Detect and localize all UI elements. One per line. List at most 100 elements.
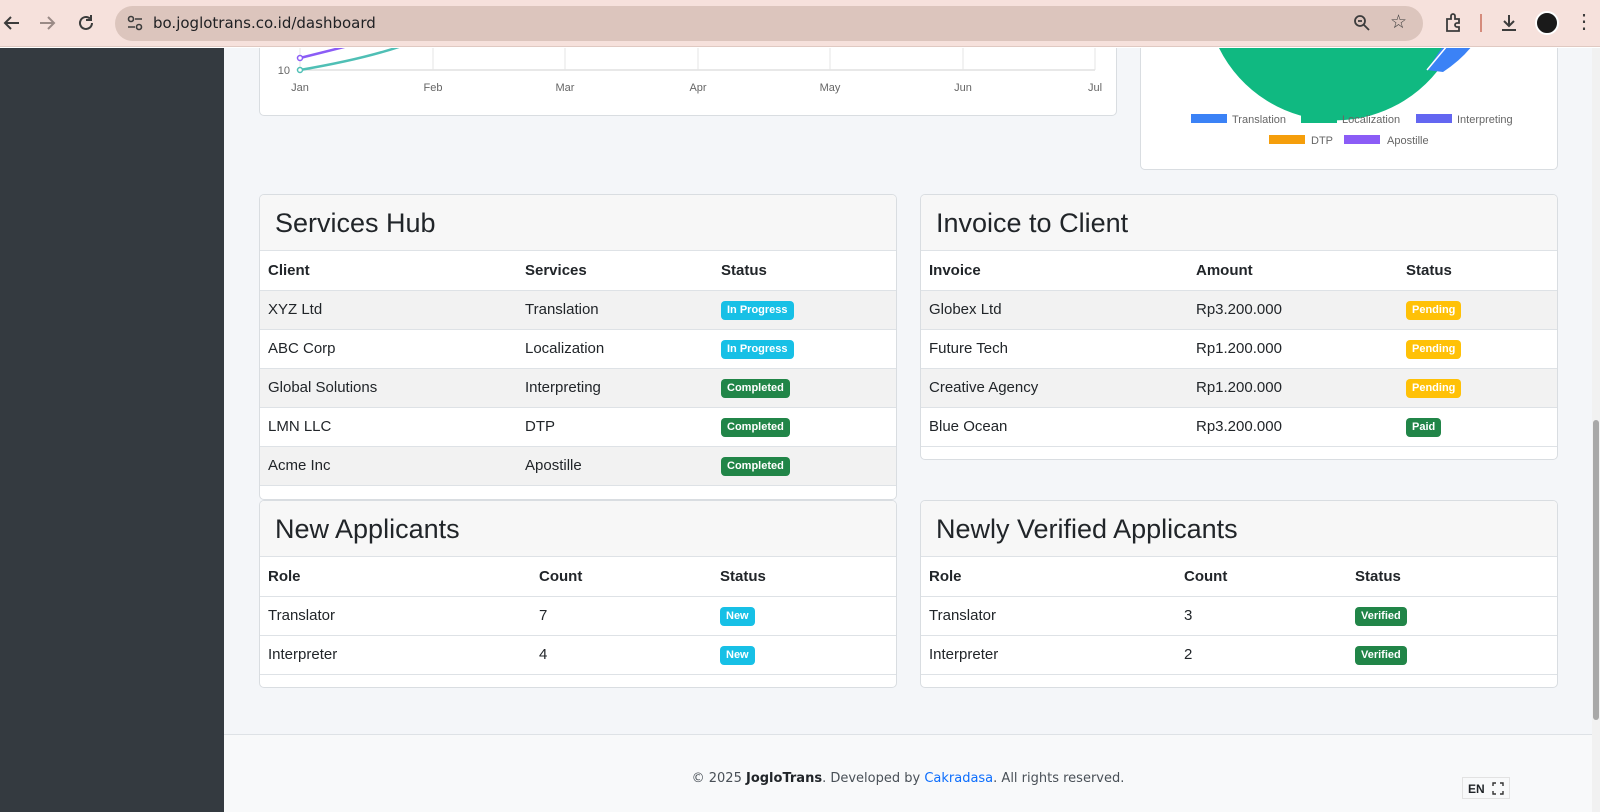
- column-header: Role: [921, 557, 1176, 597]
- column-header: Invoice: [921, 251, 1188, 291]
- extensions-icon[interactable]: [1442, 11, 1466, 35]
- status-badge: Paid: [1406, 417, 1442, 437]
- amount-cell: Rp3.200.000: [1188, 407, 1398, 447]
- rights-text: . All rights reserved.: [993, 771, 1125, 786]
- language-switcher[interactable]: EN: [1462, 777, 1510, 799]
- status-badge: Pending: [1406, 378, 1462, 398]
- card-title: Services Hub: [275, 208, 436, 238]
- legend-label: Translation: [1232, 114, 1286, 126]
- scrollbar-thumb[interactable]: [1593, 420, 1599, 720]
- column-header: Client: [260, 251, 517, 291]
- client-cell: ABC Corp: [260, 329, 517, 369]
- status-badge: New: [720, 645, 755, 665]
- column-header: Role: [260, 557, 531, 597]
- invoice-cell: Future Tech: [921, 329, 1188, 369]
- count-cell: 2: [1176, 635, 1347, 675]
- status-badge: Completed: [721, 378, 790, 398]
- pie-slice-localization: [1219, 48, 1452, 121]
- legend-label: DTP: [1311, 135, 1333, 147]
- card-header: Invoice to Client: [921, 195, 1557, 251]
- legend-swatch-translation: [1191, 114, 1227, 123]
- language-code[interactable]: EN: [1468, 782, 1485, 796]
- card-header: New Applicants: [260, 501, 896, 557]
- table-row: ABC Corp Localization In Progress: [260, 329, 896, 369]
- status-badge: Pending: [1406, 339, 1462, 359]
- role-cell: Translator: [260, 596, 531, 636]
- x-tick-label: Apr: [689, 82, 706, 94]
- client-cell: Acme Inc: [260, 446, 517, 486]
- expand-icon[interactable]: [1492, 782, 1504, 795]
- table-row: Interpreter 2 Verified: [921, 635, 1557, 675]
- download-icon[interactable]: [1497, 11, 1521, 35]
- copyright-text: © 2025: [691, 771, 746, 786]
- service-cell: Translation: [517, 290, 713, 330]
- invoice-cell: Creative Agency: [921, 368, 1188, 408]
- x-tick-label: May: [820, 82, 841, 94]
- sidebar: [0, 48, 224, 812]
- role-cell: Interpreter: [260, 635, 531, 675]
- x-tick-label: Feb: [424, 82, 443, 94]
- back-arrow-icon[interactable]: [0, 11, 24, 35]
- count-cell: 4: [531, 635, 712, 675]
- data-point: [296, 54, 304, 62]
- status-badge: Completed: [721, 417, 790, 437]
- series-line-purple: [299, 41, 361, 60]
- url-text[interactable]: bo.joglotrans.co.id/dashboard: [153, 14, 376, 32]
- client-cell: XYZ Ltd: [260, 290, 517, 330]
- x-tick-label: Jun: [954, 82, 972, 94]
- column-header: Services: [517, 251, 713, 291]
- line-chart: 10 Jan Feb Mar Apr May Jun Jul: [278, 41, 1102, 94]
- legend-swatch-localization: [1301, 114, 1337, 123]
- x-tick-label: Jul: [1088, 82, 1102, 94]
- table-row: Blue Ocean Rp3.200.000 Paid: [921, 407, 1557, 447]
- status-badge: In Progress: [721, 339, 794, 359]
- legend-label: Interpreting: [1457, 114, 1513, 126]
- legend-swatch-interpreting: [1416, 114, 1452, 123]
- service-cell: Apostille: [517, 446, 713, 486]
- invoice-cell: Blue Ocean: [921, 407, 1188, 447]
- table-row: Translator 3 Verified: [921, 596, 1557, 636]
- column-header: Status: [712, 557, 896, 597]
- column-header: Amount: [1188, 251, 1398, 291]
- developer-link[interactable]: Cakradasa: [924, 771, 993, 786]
- count-cell: 3: [1176, 596, 1347, 636]
- amount-cell: Rp3.200.000: [1188, 290, 1398, 330]
- services-hub-table: Client Services Status XYZ Ltd Translati…: [260, 251, 896, 486]
- zoom-icon[interactable]: [1353, 14, 1371, 32]
- table-row: Globex Ltd Rp3.200.000 Pending: [921, 290, 1557, 330]
- status-badge: Verified: [1355, 606, 1407, 626]
- brand-name: JogloTrans: [745, 771, 823, 786]
- table-row: Acme Inc Apostille Completed: [260, 446, 896, 486]
- legend-swatch-apostille: [1344, 135, 1380, 144]
- developed-by-text: . Developed by: [822, 771, 925, 786]
- service-cell: Interpreting: [517, 368, 713, 408]
- profile-avatar[interactable]: [1535, 11, 1559, 35]
- more-menu-icon[interactable]: ⋮: [1574, 10, 1594, 36]
- site-settings-icon[interactable]: [125, 13, 145, 33]
- count-cell: 7: [531, 596, 712, 636]
- y-tick-label: 10: [278, 65, 290, 77]
- column-header: Status: [1347, 557, 1557, 597]
- address-bar[interactable]: bo.joglotrans.co.id/dashboard ☆: [115, 6, 1423, 41]
- status-badge: Verified: [1355, 645, 1407, 665]
- line-chart-card: 10 Jan Feb Mar Apr May Jun Jul: [259, 41, 1117, 116]
- x-tick-label: Mar: [556, 82, 575, 94]
- status-badge: New: [720, 606, 755, 626]
- forward-arrow-icon[interactable]: [35, 11, 59, 35]
- table-row: Future Tech Rp1.200.000 Pending: [921, 329, 1557, 369]
- status-badge: Completed: [721, 456, 790, 476]
- card-header: Newly Verified Applicants: [921, 501, 1557, 557]
- role-cell: Translator: [921, 596, 1176, 636]
- bookmark-star-icon[interactable]: ☆: [1390, 12, 1407, 34]
- reload-icon[interactable]: [74, 11, 98, 35]
- table-row: LMN LLC DTP Completed: [260, 407, 896, 447]
- table-row: XYZ Ltd Translation In Progress: [260, 290, 896, 330]
- new-applicants-table: Role Count Status Translator 7 New Inter…: [260, 557, 896, 675]
- verified-applicants-table: Role Count Status Translator 3 Verified …: [921, 557, 1557, 675]
- column-header: Count: [531, 557, 712, 597]
- card-title: Invoice to Client: [936, 208, 1129, 238]
- status-badge: Pending: [1406, 300, 1462, 320]
- verified-applicants-card: Newly Verified Applicants Role Count Sta…: [920, 500, 1558, 688]
- footer-text: © 2025 JogloTrans. Developed by Cakradas…: [224, 771, 1592, 786]
- data-point: [296, 66, 304, 74]
